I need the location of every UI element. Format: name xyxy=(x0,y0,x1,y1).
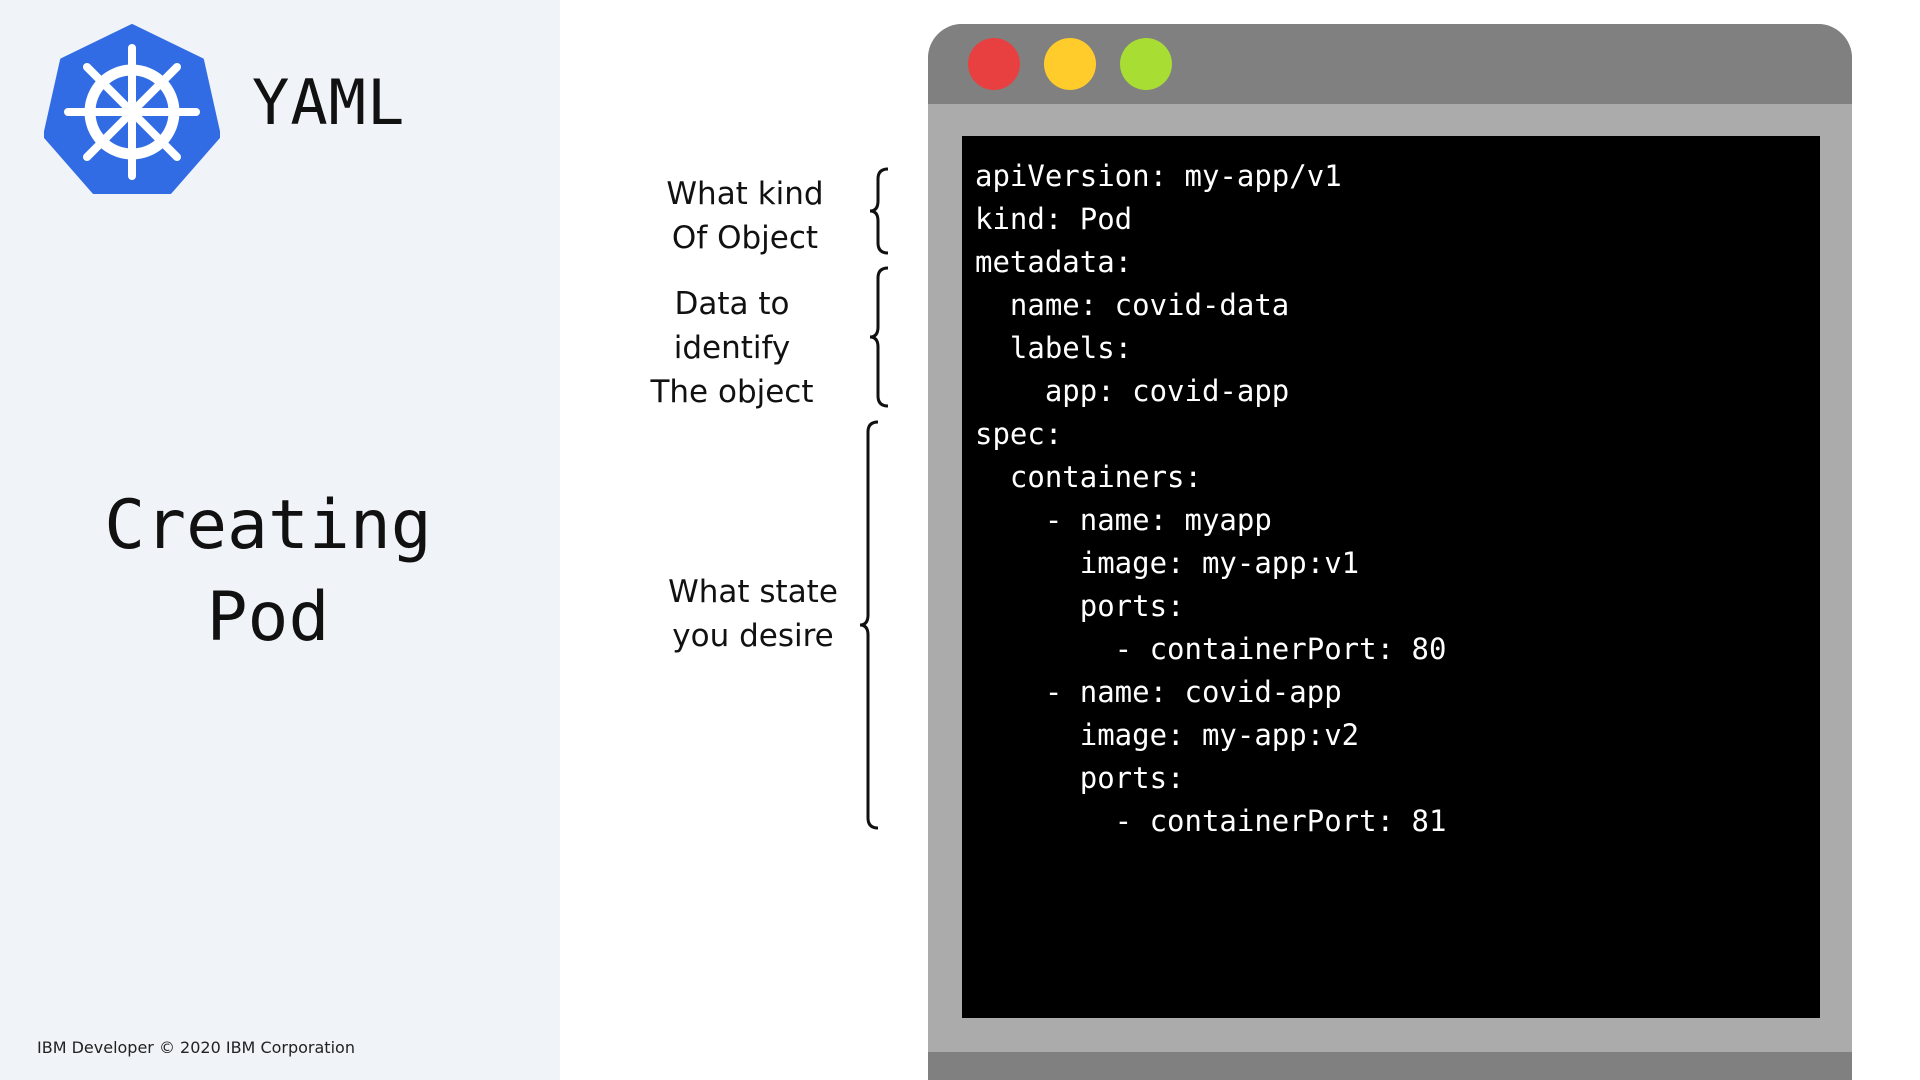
code-line: image: my-app:v2 xyxy=(975,718,1360,752)
minimize-button-icon[interactable] xyxy=(1044,38,1096,90)
window-bottom-bar xyxy=(928,1052,1852,1080)
kubernetes-logo-icon xyxy=(44,24,220,194)
annotation-line: What kind xyxy=(666,176,824,212)
code-line: containers: xyxy=(975,460,1202,494)
footer-copyright: IBM Developer © 2020 IBM Corporation xyxy=(37,1038,355,1057)
annotation-spec: What state you desire xyxy=(640,570,866,658)
slide: YAML Creating Pod IBM Developer © 2020 I… xyxy=(0,0,1920,1080)
code-line: app: covid-app xyxy=(975,374,1290,408)
annotation-line: Data to identify xyxy=(673,286,791,366)
brace-kind xyxy=(869,167,889,255)
annotation-kind: What kind Of Object xyxy=(640,172,850,260)
brace-spec xyxy=(859,420,879,830)
left-panel: YAML Creating Pod IBM Developer © 2020 I… xyxy=(0,0,560,1080)
maximize-button-icon[interactable] xyxy=(1120,38,1172,90)
annotation-line: you desire xyxy=(672,618,834,654)
code-line: metadata: xyxy=(975,245,1133,279)
window-titlebar xyxy=(928,24,1852,104)
code-line: apiVersion: my-app/v1 xyxy=(975,159,1342,193)
code-line: name: covid-data xyxy=(975,288,1290,322)
brace-metadata xyxy=(869,266,889,408)
annotation-line: The object xyxy=(650,374,814,410)
code-line: - containerPort: 81 xyxy=(975,804,1447,838)
slide-title-line: Creating xyxy=(104,486,432,565)
close-button-icon[interactable] xyxy=(968,38,1020,90)
code-line: kind: Pod xyxy=(975,202,1133,236)
code-line: ports: xyxy=(975,761,1185,795)
annotation-line: What state xyxy=(668,574,838,610)
code-line: image: my-app:v1 xyxy=(975,546,1360,580)
slide-title: Creating Pod xyxy=(0,480,536,664)
terminal-content: apiVersion: my-app/v1 kind: Pod metadata… xyxy=(962,136,1820,1018)
annotation-line: Of Object xyxy=(671,220,819,256)
terminal-window: apiVersion: my-app/v1 kind: Pod metadata… xyxy=(928,24,1852,1080)
slide-title-line: Pod xyxy=(206,578,330,657)
header-title: YAML xyxy=(252,66,406,139)
code-line: ports: xyxy=(975,589,1185,623)
annotation-metadata: Data to identify The object xyxy=(612,282,852,414)
code-line: labels: xyxy=(975,331,1133,365)
code-line: spec: xyxy=(975,417,1063,451)
code-line: - name: myapp xyxy=(975,503,1272,537)
code-line: - containerPort: 80 xyxy=(975,632,1447,666)
code-line: - name: covid-app xyxy=(975,675,1342,709)
